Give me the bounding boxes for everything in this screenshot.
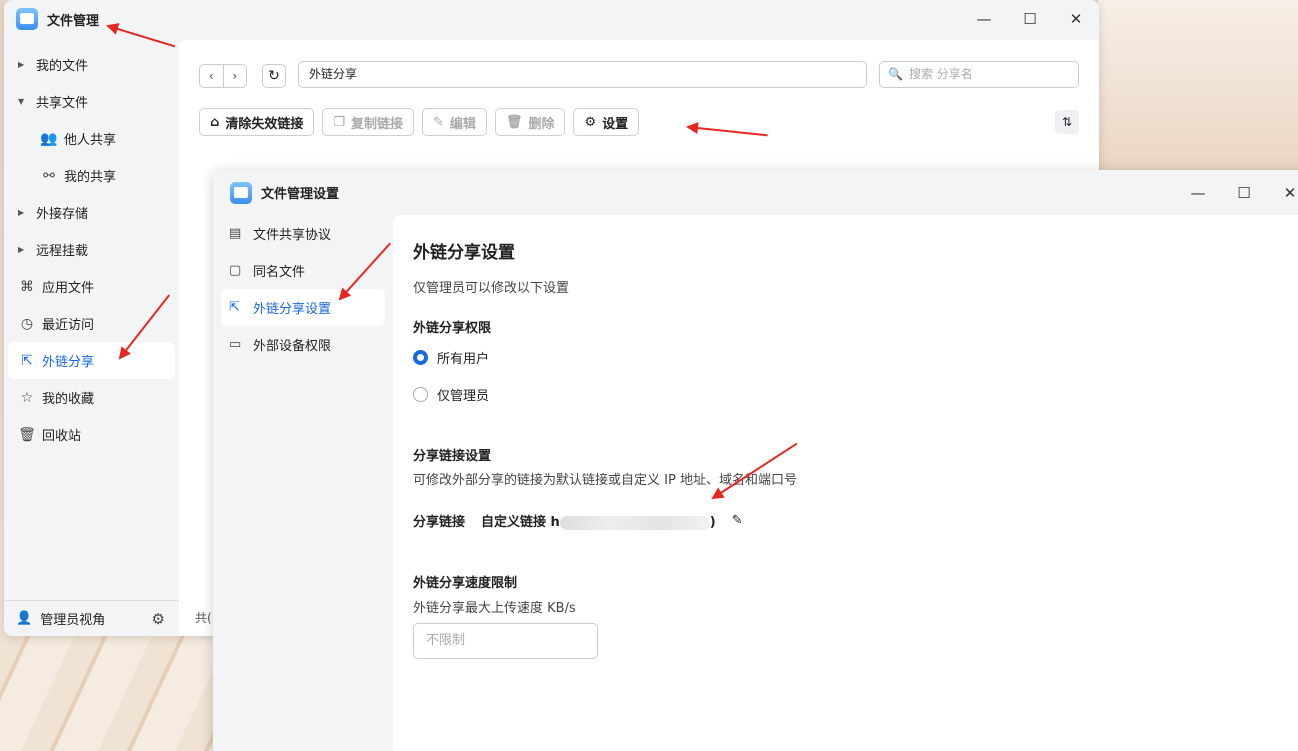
- file-manager-app-icon: [230, 181, 252, 204]
- item-count: 共(: [195, 611, 212, 625]
- settings-menu: ▤ 文件共享协议 ▢ 同名文件 ⇱ 外链分享设置 ▭ 外部设备权限: [213, 215, 393, 751]
- maximize-icon[interactable]: ☐: [1221, 184, 1267, 202]
- delete-button[interactable]: 🗑 删除: [494, 108, 566, 136]
- external-share-icon: ⇱: [229, 300, 240, 315]
- sidebar-item-app-files[interactable]: ⌘ 应用文件: [4, 268, 179, 305]
- radio-all-users[interactable]: 所有用户: [413, 348, 489, 367]
- sidebar-item-recycle-bin[interactable]: 🗑 回收站: [4, 416, 179, 453]
- sidebar-item-shared-files[interactable]: ▼ 共享文件: [4, 83, 179, 120]
- search-input[interactable]: 🔍 搜索 分享名: [879, 61, 1079, 88]
- minimize-icon[interactable]: —: [1175, 184, 1221, 202]
- edit-button[interactable]: ✎ 编辑: [422, 108, 487, 136]
- copy-icon: ❐: [333, 114, 345, 130]
- grid-icon: ⌘: [20, 278, 34, 295]
- sidebar-item-remote-mount[interactable]: ▶ 远程挂载: [4, 231, 179, 268]
- trash-icon: 🗑: [18, 426, 36, 443]
- caret-right-icon: ▶: [18, 245, 25, 254]
- sidebar-item-shared-with-me[interactable]: 👥 他人共享: [4, 120, 179, 157]
- drive-icon: ▭: [229, 337, 242, 352]
- link-settings-title: 分享链接设置: [413, 449, 492, 464]
- radio-admin-only[interactable]: 仅管理员: [413, 385, 489, 404]
- copy-link-button[interactable]: ❐ 复制链接: [322, 108, 414, 136]
- pencil-icon[interactable]: ✎: [732, 513, 743, 528]
- close-icon[interactable]: ✕: [1267, 184, 1298, 202]
- pencil-icon: ✎: [433, 114, 444, 130]
- menu-item-external-share-settings[interactable]: ⇱ 外链分享设置: [221, 289, 385, 326]
- settings-window-controls: — ☐ ✕: [1175, 170, 1298, 215]
- sidebar-item-my-files[interactable]: ▶ 我的文件: [4, 46, 179, 83]
- search-icon: 🔍: [888, 67, 903, 81]
- caret-right-icon: ▶: [18, 208, 25, 217]
- toolbar: ⌂ 清除失效链接 ❐ 复制链接 ✎ 编辑 🗑 删除 ⚙ 设置: [199, 108, 640, 136]
- radio-checked-icon: [413, 350, 428, 365]
- sidebar-item-favorites[interactable]: ☆ 我的收藏: [4, 379, 179, 416]
- window-title: 文件管理: [47, 13, 100, 29]
- share-link-value: 自定义链接 h): [481, 515, 716, 530]
- back-icon[interactable]: ‹: [200, 65, 224, 87]
- share-link-label: 分享链接: [413, 515, 466, 530]
- sidebar: ▶ 我的文件 ▼ 共享文件 👥 他人共享 ⚯ 我的共享 ▶ 外接存储 ▶ 远程挂载 ⌘ 应用文…: [4, 46, 179, 636]
- gear-icon[interactable]: ⚙: [152, 610, 165, 628]
- settings-button[interactable]: ⚙ 设置: [573, 108, 640, 136]
- desktop-background-right: [1098, 0, 1298, 175]
- admin-view-toggle[interactable]: 👤 管理员视角 ⚙: [4, 600, 179, 636]
- desktop-background: [0, 630, 215, 751]
- menu-item-same-name-files[interactable]: ▢ 同名文件: [221, 252, 385, 289]
- window-controls: — ☐ ✕: [961, 0, 1099, 38]
- menu-item-file-share-protocol[interactable]: ▤ 文件共享协议: [221, 215, 385, 252]
- share-link-row: 分享链接 自定义链接 h) ✎: [413, 511, 743, 530]
- sidebar-item-my-shares[interactable]: ⚯ 我的共享: [4, 157, 179, 194]
- path-input[interactable]: 外链分享: [298, 61, 867, 88]
- settings-panel: 外链分享设置 仅管理员可以修改以下设置 外链分享权限 所有用户 仅管理员 分享链…: [393, 215, 1298, 751]
- clear-invalid-links-button[interactable]: ⌂ 清除失效链接: [199, 108, 315, 136]
- settings-title-bar: 文件管理设置 — ☐ ✕: [213, 170, 1298, 215]
- refresh-icon[interactable]: ↻: [262, 64, 286, 88]
- gear-icon: ⚙: [584, 114, 597, 130]
- sidebar-item-recent[interactable]: ◷ 最近访问: [4, 305, 179, 342]
- users-icon: 👥: [40, 130, 58, 147]
- document-icon: ▤: [229, 226, 242, 241]
- sidebar-item-external-share[interactable]: ⇱ 外链分享: [8, 342, 175, 379]
- speed-limit-title: 外链分享速度限制: [413, 576, 518, 591]
- sidebar-item-external-storage[interactable]: ▶ 外接存储: [4, 194, 179, 231]
- admin-only-note: 仅管理员可以修改以下设置: [413, 281, 570, 296]
- settings-window-title: 文件管理设置: [261, 187, 340, 202]
- menu-item-external-device-permissions[interactable]: ▭ 外部设备权限: [221, 326, 385, 363]
- clean-icon: ⌂: [210, 114, 220, 130]
- speed-limit-desc: 外链分享最大上传速度 KB/s: [413, 601, 576, 616]
- sort-icon[interactable]: ⇅: [1055, 110, 1079, 134]
- clock-icon: ◷: [20, 315, 34, 332]
- speed-limit-input[interactable]: 不限制: [413, 623, 598, 659]
- close-icon[interactable]: ✕: [1053, 10, 1099, 28]
- trash-icon: 🗑: [505, 114, 523, 130]
- share-icon: ⚯: [43, 167, 55, 184]
- caret-right-icon: ▶: [18, 60, 25, 69]
- file-icon: ▢: [229, 263, 242, 278]
- maximize-icon[interactable]: ☐: [1007, 10, 1053, 28]
- radio-unchecked-icon: [413, 387, 428, 402]
- caret-down-icon: ▼: [18, 97, 25, 106]
- file-manager-app-icon: [16, 8, 38, 30]
- user-icon: 👤: [16, 611, 33, 626]
- nav-buttons: ‹ ›: [199, 64, 247, 88]
- permission-title: 外链分享权限: [413, 321, 492, 336]
- blurred-url: [559, 515, 710, 530]
- star-icon: ☆: [20, 389, 34, 406]
- title-bar: 文件管理 — ☐ ✕: [4, 0, 1099, 38]
- external-share-icon: ⇱: [21, 352, 33, 369]
- forward-icon[interactable]: ›: [224, 65, 247, 87]
- settings-heading: 外链分享设置: [413, 243, 515, 263]
- minimize-icon[interactable]: —: [961, 10, 1007, 28]
